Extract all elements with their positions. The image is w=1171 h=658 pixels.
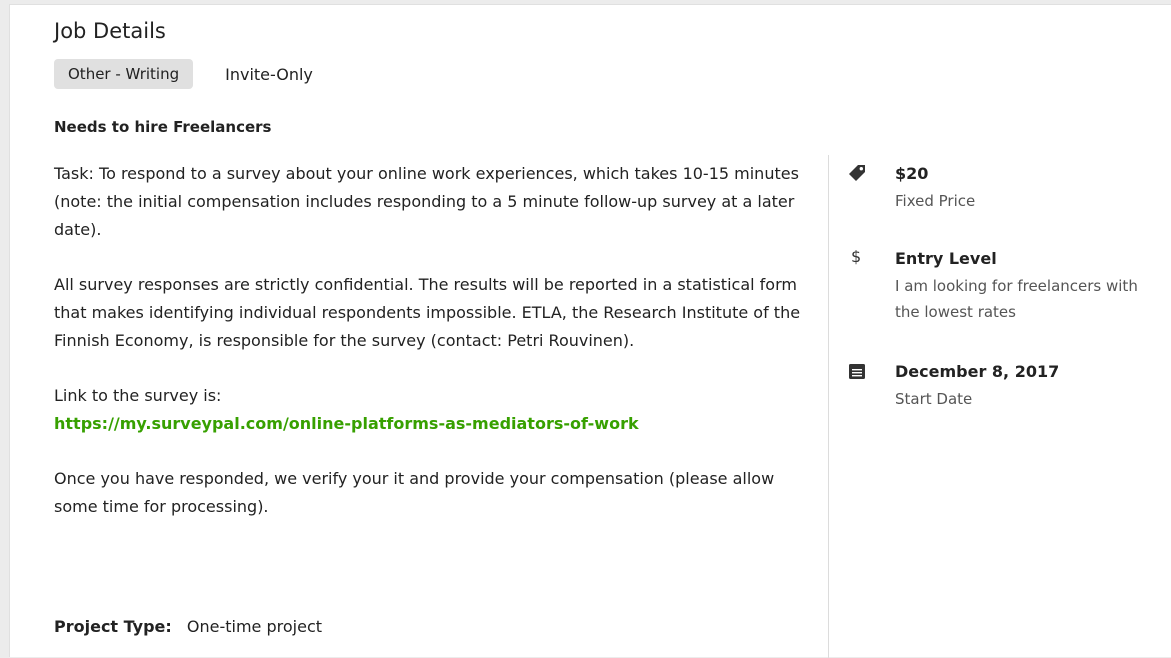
page-title: Job Details (54, 19, 166, 43)
survey-link[interactable]: https://my.surveypal.com/online-platform… (54, 410, 819, 438)
job-tags: Other - Writing Invite-Only (54, 59, 313, 89)
price-tag-icon (848, 164, 868, 184)
hire-needs-label: Needs to hire Freelancers (54, 118, 272, 136)
description-paragraph-task: Task: To respond to a survey about your … (54, 164, 799, 239)
sidebar-divider (828, 155, 829, 658)
visibility-tag: Invite-Only (225, 64, 313, 84)
job-description: Task: To respond to a survey about your … (54, 160, 819, 521)
price-type: Fixed Price (895, 192, 976, 210)
description-paragraph-confidential: All survey responses are strictly confid… (54, 275, 801, 350)
dollar-sign-icon: $ (851, 247, 862, 266)
project-type: Project Type: One-time project (54, 617, 322, 636)
project-type-label: Project Type: (54, 617, 172, 636)
experience-level-value: Entry Level (895, 249, 997, 268)
survey-link-intro: Link to the survey is: (54, 386, 222, 405)
experience-level-description: I am looking for freelancers with the lo… (895, 277, 1138, 321)
calendar-icon (848, 362, 868, 382)
price-value: $20 (895, 164, 929, 183)
job-details-card: Job Details Other - Writing Invite-Only … (9, 4, 1171, 658)
start-date-label: Start Date (895, 390, 973, 408)
description-paragraph-compensation: Once you have responded, we verify your … (54, 469, 775, 516)
category-tag[interactable]: Other - Writing (54, 59, 194, 89)
start-date-value: December 8, 2017 (895, 362, 1060, 381)
project-type-value: One-time project (186, 617, 323, 636)
